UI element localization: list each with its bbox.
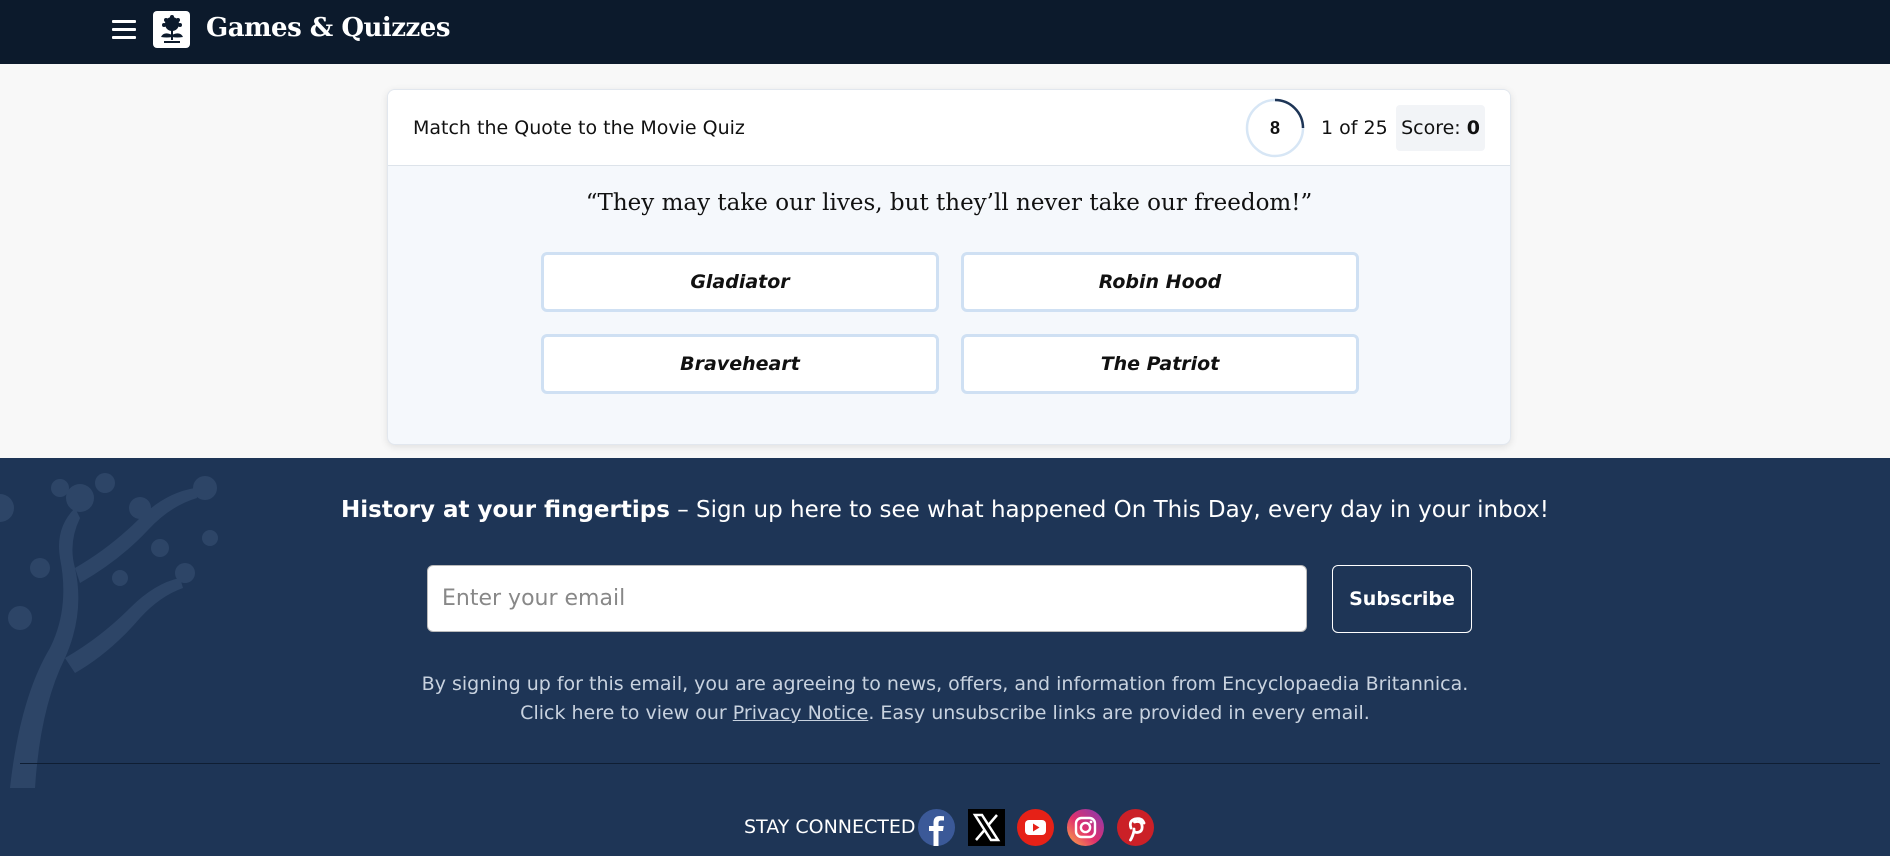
x-icon[interactable]	[968, 809, 1005, 846]
headline-rest: – Sign up here to see what happened On T…	[669, 497, 1549, 523]
legal-line-2-pre: Click here to view our	[520, 702, 733, 724]
score-badge: Score: 0	[1396, 105, 1485, 151]
pinterest-icon[interactable]	[1117, 809, 1154, 846]
headline-bold: History at your fingertips	[341, 497, 670, 523]
score-label: Score:	[1401, 117, 1461, 139]
timer-value: 8	[1269, 117, 1280, 138]
site-title[interactable]: Games & Quizzes	[206, 13, 450, 43]
privacy-notice-link[interactable]: Privacy Notice	[733, 702, 869, 724]
quiz-card: Match the Quote to the Movie Quiz 8 1 of…	[387, 89, 1511, 445]
legal-line-2: Click here to view our Privacy Notice. E…	[0, 699, 1890, 728]
legal-line-1: By signing up for this email, you are ag…	[421, 673, 1469, 695]
newsletter-footer: History at your fingertips – Sign up her…	[0, 458, 1890, 856]
newsletter-headline: History at your fingertips – Sign up her…	[0, 497, 1890, 523]
answer-option[interactable]: Braveheart	[541, 334, 939, 394]
legal-line-2-post: . Easy unsubscribe links are provided in…	[868, 702, 1370, 724]
youtube-icon[interactable]	[1017, 809, 1054, 846]
instagram-icon[interactable]	[1067, 809, 1104, 846]
footer-divider	[20, 763, 1880, 764]
quiz-header: Match the Quote to the Movie Quiz 8 1 of…	[388, 90, 1510, 166]
email-input[interactable]	[427, 565, 1307, 632]
score-value: 0	[1466, 117, 1480, 139]
subscribe-button[interactable]: Subscribe	[1332, 565, 1472, 633]
quiz-title: Match the Quote to the Movie Quiz	[413, 117, 745, 139]
question-progress: 1 of 25	[1321, 117, 1388, 139]
facebook-icon[interactable]	[918, 809, 955, 846]
answer-option[interactable]: Gladiator	[541, 252, 939, 312]
top-nav-bar: Games & Quizzes	[0, 0, 1890, 64]
britannica-logo-icon[interactable]	[153, 11, 190, 48]
question-quote: “They may take our lives, but they’ll ne…	[585, 190, 1313, 216]
menu-icon[interactable]	[112, 20, 136, 40]
answer-option[interactable]: The Patriot	[961, 334, 1359, 394]
stay-connected-label: STAY CONNECTED	[744, 816, 916, 838]
legal-notice: By signing up for this email, you are ag…	[0, 670, 1890, 728]
answer-option[interactable]: Robin Hood	[961, 252, 1359, 312]
countdown-timer: 8	[1245, 98, 1305, 158]
